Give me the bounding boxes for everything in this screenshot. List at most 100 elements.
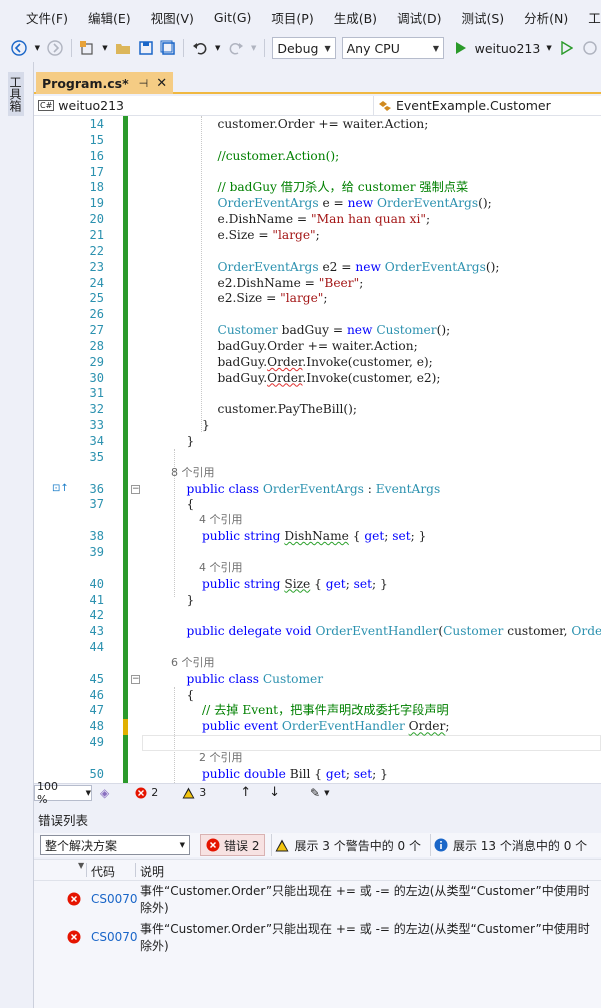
toolbox-tab[interactable]: 工具箱: [8, 72, 24, 116]
errors-filter-button[interactable]: 错误 2: [200, 834, 266, 856]
code-line[interactable]: 15: [34, 132, 601, 148]
arrow-up-icon[interactable]: ↑: [240, 785, 251, 800]
start-without-debug-icon[interactable]: [559, 39, 576, 57]
menu-file[interactable]: 文件(F): [16, 8, 78, 27]
brush-icon[interactable]: ✎: [310, 786, 320, 800]
open-folder-icon[interactable]: [115, 39, 132, 57]
column-code-header[interactable]: 代码: [91, 863, 115, 880]
menu-git[interactable]: Git(G): [204, 10, 262, 25]
messages-filter-button[interactable]: 展示 13 个消息中的 0 个: [429, 834, 590, 856]
code-line[interactable]: 49: [34, 734, 601, 750]
code-line[interactable]: 21 e.Size = "large";: [34, 227, 601, 243]
forward-icon[interactable]: [47, 39, 64, 57]
configuration-dropdown[interactable]: Debug ▼: [272, 37, 336, 59]
menu-analyze[interactable]: 分析(N): [514, 8, 578, 27]
platform-dropdown[interactable]: Any CPU ▼: [341, 37, 444, 59]
menu-debug[interactable]: 调试(D): [387, 8, 451, 27]
code-line[interactable]: 50 public double Bill { get; set; }: [34, 766, 601, 782]
code-line[interactable]: 17: [34, 164, 601, 180]
code-line[interactable]: 16 //customer.Action();: [34, 148, 601, 164]
codelens-row[interactable]: 8 个引用: [34, 465, 601, 481]
menu-tools[interactable]: 工具: [578, 8, 601, 27]
run-target-label[interactable]: weituo213: [475, 41, 541, 56]
code-line[interactable]: 48 public event OrderEventHandler Order;: [34, 718, 601, 734]
code-line[interactable]: 24 e2.DishName = "Beer";: [34, 275, 601, 291]
sort-icon[interactable]: ▼: [78, 861, 84, 870]
code-line[interactable]: 34 }: [34, 433, 601, 449]
code-line[interactable]: 39: [34, 544, 601, 560]
reference-count-link[interactable]: 8 个引用: [171, 465, 215, 481]
code-line[interactable]: 26: [34, 306, 601, 322]
code-line[interactable]: 28 badGuy.Order += waiter.Action;: [34, 338, 601, 354]
code-line[interactable]: 19 OrderEventArgs e = new OrderEventArgs…: [34, 195, 601, 211]
arrow-down-icon[interactable]: ↓: [269, 785, 280, 800]
code-line[interactable]: 22: [34, 243, 601, 259]
code-line[interactable]: 42: [34, 607, 601, 623]
menu-edit[interactable]: 编辑(E): [78, 8, 141, 27]
code-line[interactable]: 23 OrderEventArgs e2 = new OrderEventArg…: [34, 259, 601, 275]
project-dropdown[interactable]: C# weituo213: [34, 95, 374, 116]
tab-program-cs[interactable]: Program.cs* ⊣ ✕: [36, 72, 174, 94]
chevron-down-icon[interactable]: ▼: [250, 39, 257, 57]
code-line[interactable]: 45 − public class Customer: [34, 671, 601, 687]
codelens-row[interactable]: 6 个引用: [34, 655, 601, 671]
error-row[interactable]: CS0070 事件“Customer.Order”只能出现在 += 或 -= 的…: [34, 919, 601, 957]
code-line[interactable]: 27 Customer badGuy = new Customer();: [34, 322, 601, 338]
code-line[interactable]: 25 e2.Size = "large";: [34, 290, 601, 306]
code-line[interactable]: 47 // 去掉 Event，把事件声明改成委托字段声明: [34, 702, 601, 718]
pin-icon[interactable]: ⊣: [139, 77, 149, 90]
new-project-icon[interactable]: [79, 39, 96, 57]
zoom-dropdown[interactable]: 100 % ▼: [34, 780, 92, 806]
code-line[interactable]: 46 {: [34, 687, 601, 703]
code-line[interactable]: 31: [34, 385, 601, 401]
code-line[interactable]: 37 {: [34, 496, 601, 512]
warning-count-icon[interactable]: [182, 787, 195, 799]
collapse-toggle-icon[interactable]: −: [131, 484, 140, 494]
type-dropdown[interactable]: EventExample.Customer: [374, 96, 601, 116]
code-line[interactable]: 29 badGuy.Order.Invoke(customer, e);: [34, 354, 601, 370]
code-line[interactable]: 18 // badGuy 借刀杀人，给 customer 强制点菜: [34, 179, 601, 195]
implementation-marker-icon[interactable]: ⊡↑: [52, 481, 69, 497]
code-line[interactable]: 36 ⊡↑ − public class OrderEventArgs : Even…: [34, 481, 601, 497]
menu-view[interactable]: 视图(V): [141, 8, 204, 27]
code-line[interactable]: 32 customer.PayTheBill();: [34, 401, 601, 417]
warnings-filter-button[interactable]: 展示 3 个警告中的 0 个: [271, 834, 424, 856]
code-line[interactable]: 35: [34, 449, 601, 465]
chevron-down-icon[interactable]: ▼: [324, 789, 329, 797]
code-line[interactable]: 44: [34, 639, 601, 655]
column-description-header[interactable]: 说明: [140, 863, 164, 880]
code-line[interactable]: 41 }: [34, 592, 601, 608]
code-line[interactable]: 14 customer.Order += waiter.Action;: [34, 116, 601, 132]
menu-project[interactable]: 项目(P): [261, 8, 323, 27]
chevron-down-icon[interactable]: ▼: [101, 39, 108, 57]
code-line[interactable]: 20 e.DishName = "Man han quan xi";: [34, 211, 601, 227]
save-all-icon[interactable]: [160, 39, 177, 57]
error-count-icon[interactable]: [135, 787, 147, 799]
intellicode-icon[interactable]: ◈: [100, 786, 109, 800]
reference-count-link[interactable]: 4 个引用: [171, 560, 243, 576]
codelens-row[interactable]: 2 个引用: [34, 750, 601, 766]
hot-reload-icon[interactable]: [581, 39, 598, 57]
collapse-toggle-icon[interactable]: −: [131, 674, 140, 684]
code-line[interactable]: 38 public string DishName { get; set; }: [34, 528, 601, 544]
code-line[interactable]: 33 }: [34, 417, 601, 433]
undo-icon[interactable]: [191, 39, 208, 57]
error-row[interactable]: CS0070 事件“Customer.Order”只能出现在 += 或 -= 的…: [34, 881, 601, 919]
codelens-row[interactable]: 4 个引用: [34, 560, 601, 576]
codelens-row[interactable]: 4 个引用: [34, 512, 601, 528]
start-debug-icon[interactable]: [453, 39, 470, 57]
chevron-down-icon[interactable]: ▼: [214, 39, 221, 57]
reference-count-link[interactable]: 4 个引用: [171, 512, 243, 528]
reference-count-link[interactable]: 6 个引用: [171, 655, 215, 671]
close-icon[interactable]: ✕: [156, 76, 167, 91]
chevron-down-icon[interactable]: ▼: [545, 39, 552, 57]
code-line[interactable]: 40 public string Size { get; set; }: [34, 576, 601, 592]
reference-count-link[interactable]: 2 个引用: [171, 750, 243, 766]
chevron-down-icon[interactable]: ▼: [34, 39, 41, 57]
code-editor[interactable]: 14 customer.Order += waiter.Action; 15 16 …: [34, 116, 601, 783]
save-icon[interactable]: [137, 39, 154, 57]
menu-test[interactable]: 测试(S): [451, 8, 514, 27]
error-code-link[interactable]: CS0070: [91, 930, 138, 944]
code-line[interactable]: 30 badGuy.Order.Invoke(customer, e2);: [34, 370, 601, 386]
code-line[interactable]: 43 public delegate void OrderEventHandle…: [34, 623, 601, 639]
